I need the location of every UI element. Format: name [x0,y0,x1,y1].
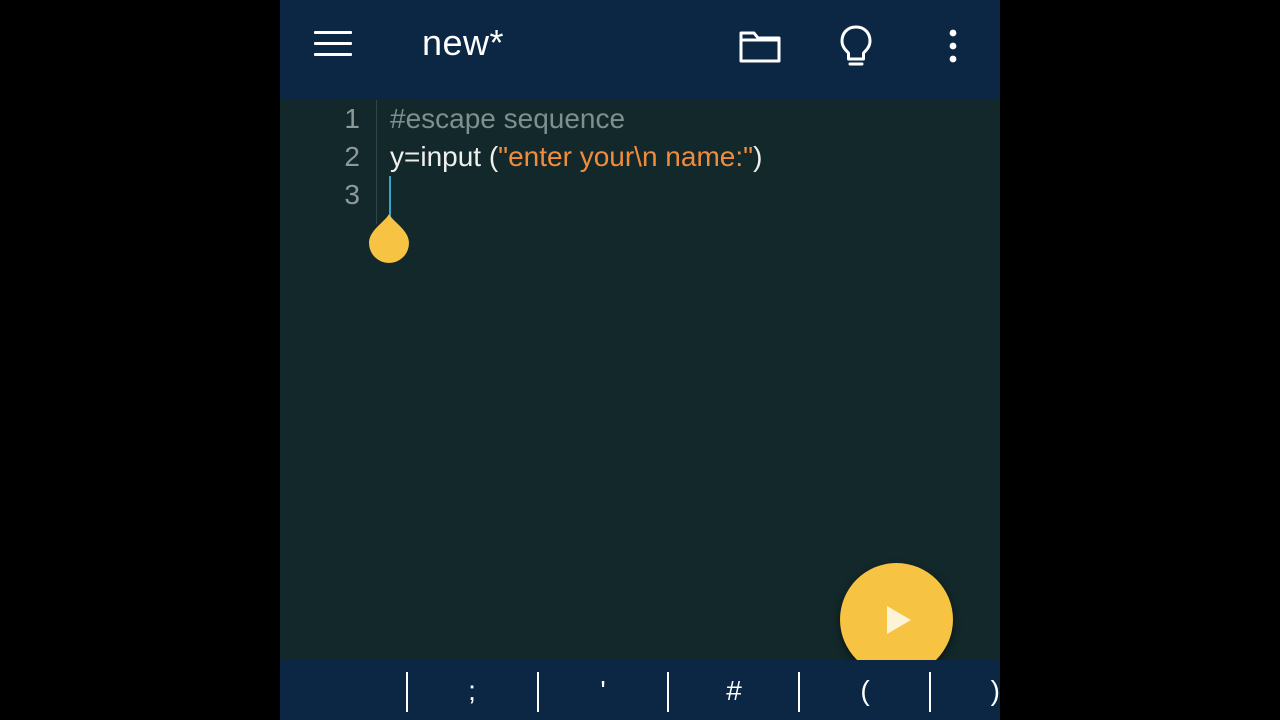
key-open-paren[interactable]: ( [835,670,895,712]
code-line: y=input ("enter your\n name:") [390,141,762,173]
cursor-handle[interactable] [368,212,410,264]
key-hash[interactable]: # [704,670,764,712]
key-separator [798,672,800,712]
folder-icon [739,31,781,63]
gutter-divider [376,100,377,224]
app-bar: new* [280,0,1000,100]
file-title: new* [422,22,505,63]
string-literal: "enter your\n name:" [498,141,754,172]
symbol-keybar: ; ' # ( ) [280,660,1000,720]
key-semicolon[interactable]: ; [442,670,502,712]
key-separator [406,672,408,712]
play-icon [886,605,911,634]
more-options-button[interactable] [929,22,977,70]
line-number: 3 [344,179,360,210]
app-screen: new* 1 #escape sequence 2 y=input ("ente… [280,0,1000,720]
code-line-comment: #escape sequence [390,103,626,134]
key-close-paren[interactable]: ) [963,670,1000,712]
line-number: 2 [344,141,360,172]
code-token: y=input ( [390,141,499,172]
code-token: ) [753,141,763,172]
key-separator [667,672,669,712]
key-separator [929,672,931,712]
lightbulb-button[interactable] [832,22,880,70]
key-separator [537,672,539,712]
open-folder-button[interactable] [736,22,784,70]
menu-icon[interactable] [314,30,352,58]
lightbulb-icon [840,25,872,66]
more-vertical-icon [949,29,957,63]
key-quote[interactable]: ' [573,670,633,712]
line-number: 1 [344,103,360,134]
